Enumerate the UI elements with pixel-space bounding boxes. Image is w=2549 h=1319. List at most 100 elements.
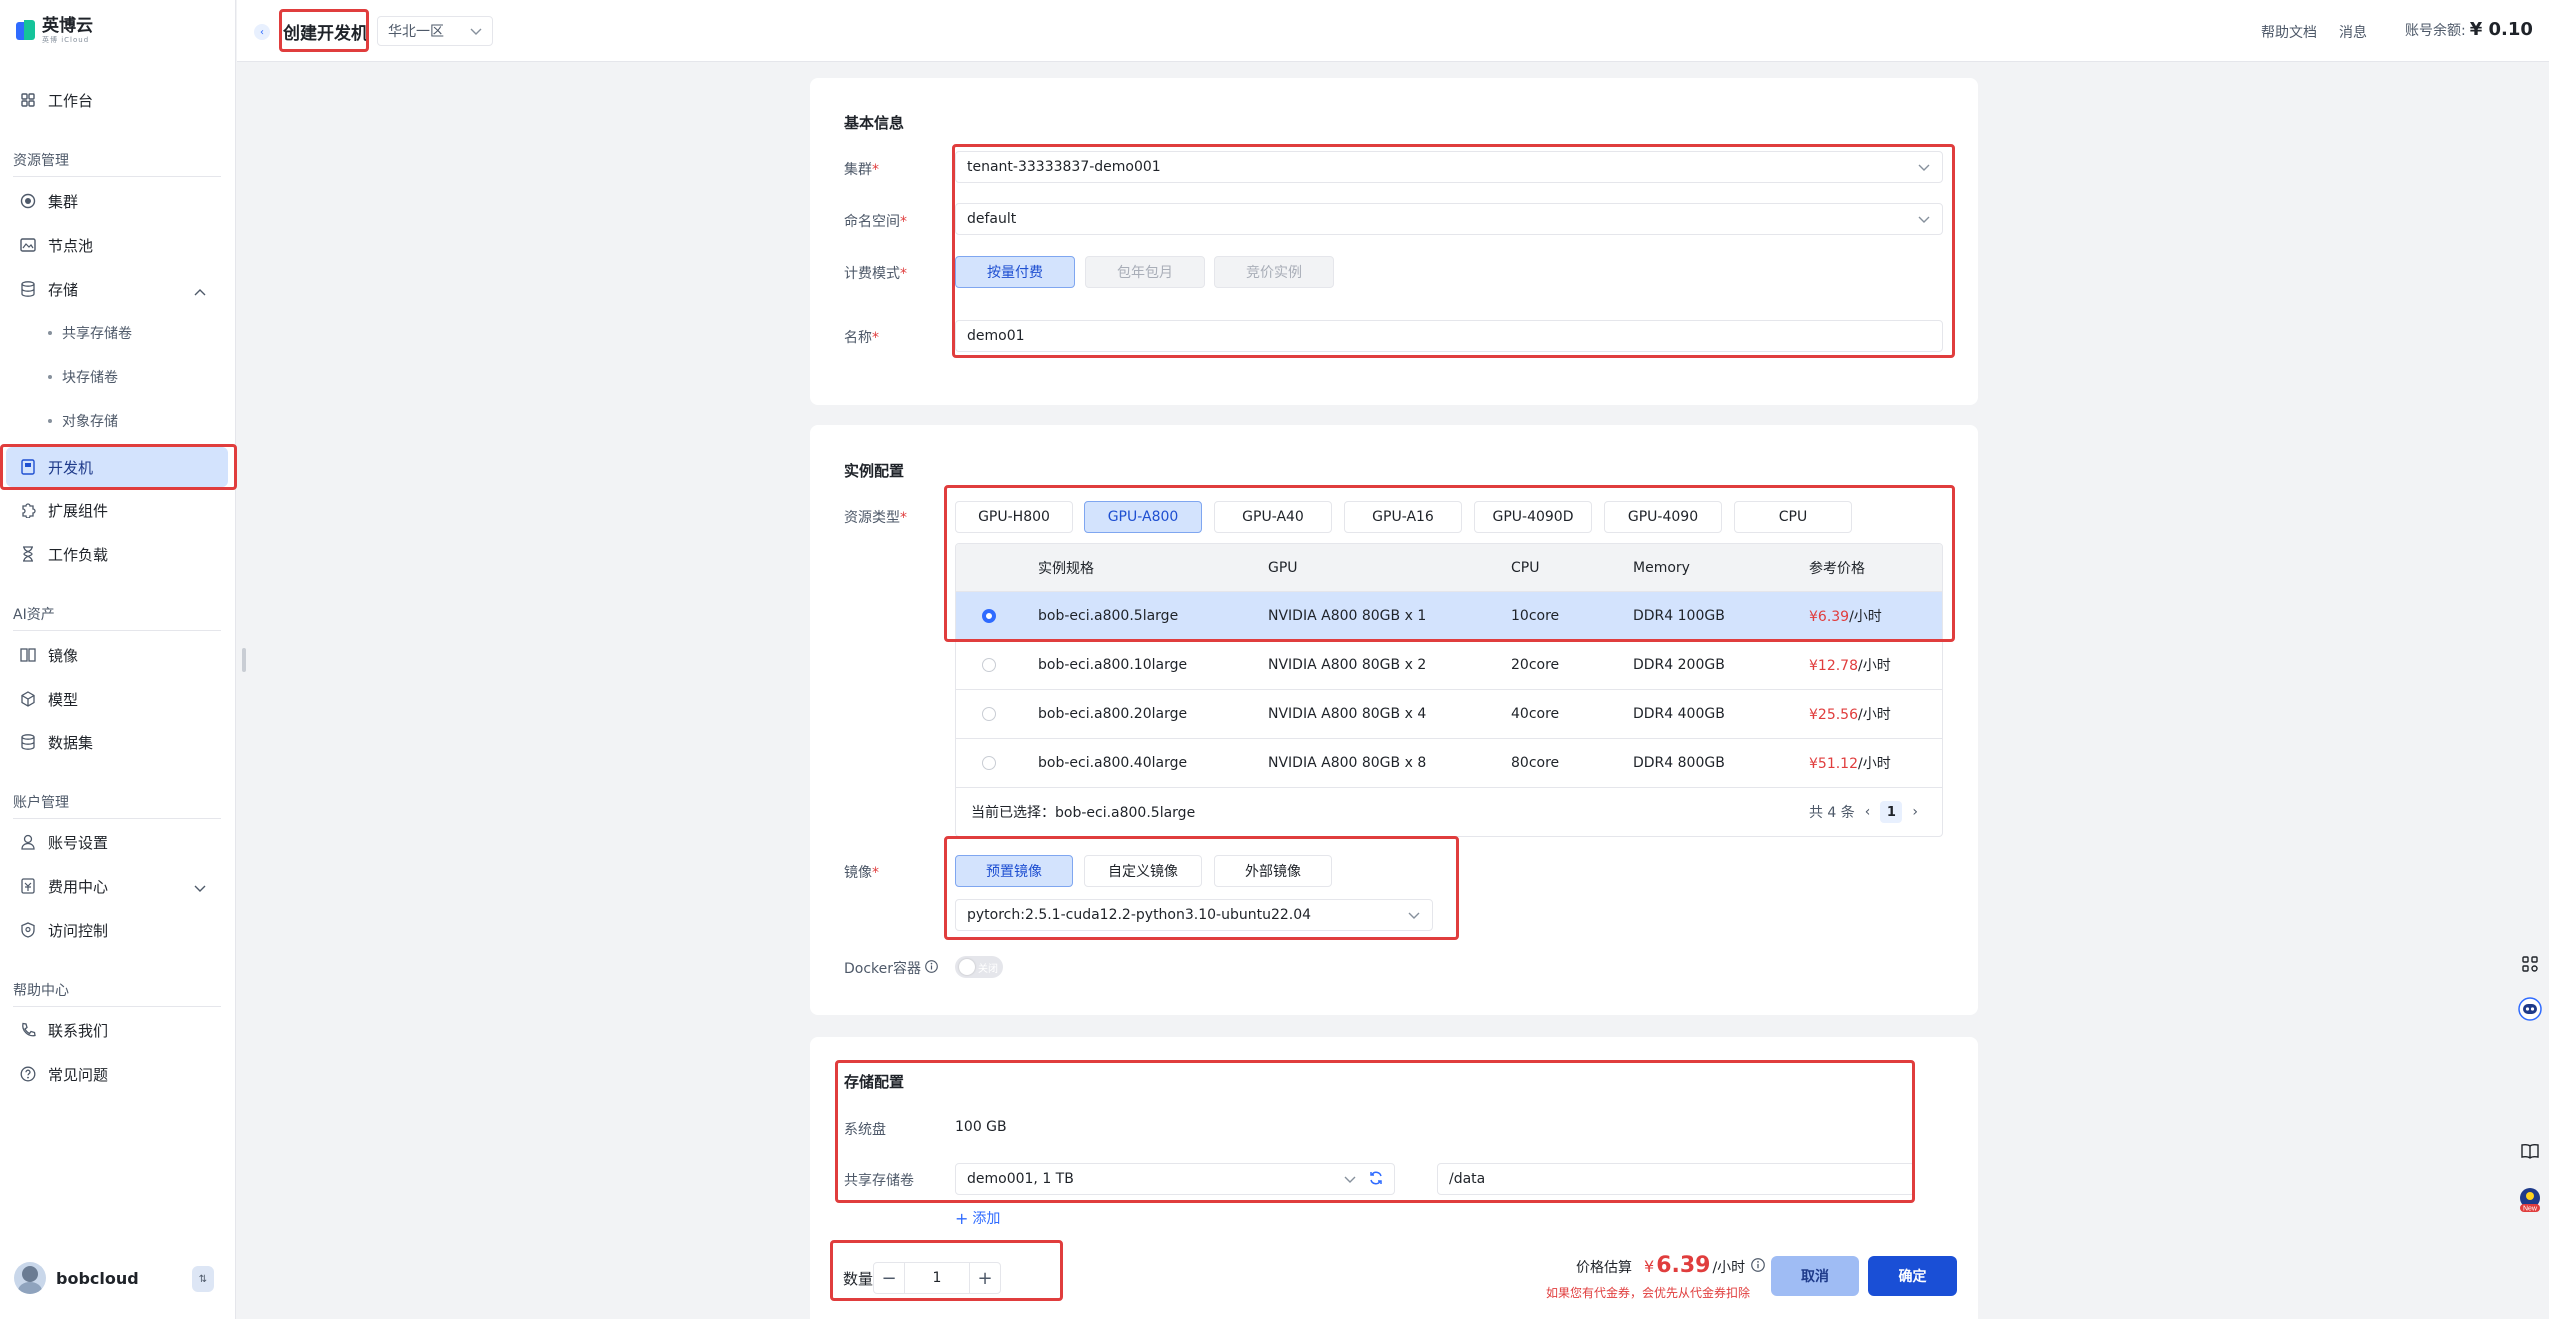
system-disk-value: 100 GB (955, 1119, 1007, 1135)
shared-volume-label: 共享存储卷 (844, 1173, 914, 1189)
cell-spec: bob-eci.a800.20large (1038, 706, 1188, 722)
cell-cpu: 20core (1511, 657, 1560, 673)
cluster-select[interactable]: tenant-33333837-demo001 (955, 151, 1943, 183)
billing-label: 计费模式* (844, 266, 907, 282)
cell-spec: bob-eci.a800.5large (1038, 608, 1179, 624)
sidebar-item-models[interactable]: 模型 (0, 679, 236, 719)
image-select[interactable]: pytorch:2.5.1-cuda12.2-python3.10-ubuntu… (955, 899, 1433, 931)
nav-group-account: 账户管理 (13, 792, 221, 819)
sidebar-item-images[interactable]: 镜像 (0, 635, 236, 675)
sidebar-item-nodepool[interactable]: 节点池 (0, 225, 236, 265)
region-value: 华北一区 (388, 24, 444, 40)
account-switch-icon[interactable]: ⇅ (192, 1266, 214, 1292)
region-select[interactable]: 华北一区 (377, 16, 493, 46)
back-icon[interactable]: ‹ (254, 24, 270, 40)
table-row[interactable]: bob-eci.a800.40large NVIDIA A800 80GB x … (956, 739, 1942, 788)
sidebar-item-faq[interactable]: 常见问题 (0, 1054, 236, 1094)
billing-spot[interactable]: 竞价实例 (1214, 256, 1334, 288)
question-circle-icon (20, 1066, 36, 1082)
cell-memory: DDR4 800GB (1633, 755, 1725, 771)
sidebar-collapse-handle[interactable] (242, 648, 246, 672)
image-preset[interactable]: 预置镜像 (955, 855, 1073, 887)
sidebar-item-storage[interactable]: 存储 (0, 269, 236, 309)
prev-page-icon[interactable]: ‹ (1865, 804, 1871, 820)
sidebar-item-label: 共享存储卷 (62, 326, 132, 342)
sidebar-item-label: 模型 (48, 690, 79, 709)
cancel-button[interactable]: 取消 (1771, 1256, 1859, 1296)
sidebar-item-contact[interactable]: 联系我们 (0, 1010, 236, 1050)
sidebar-item-cluster[interactable]: 集群 (0, 181, 236, 221)
plus-button[interactable]: + (969, 1262, 1001, 1294)
new-feature-icon[interactable]: New (2517, 1187, 2543, 1213)
cell-cpu: 40core (1511, 706, 1560, 722)
confirm-button[interactable]: 确定 (1868, 1256, 1957, 1296)
row-radio[interactable] (982, 609, 996, 623)
sidebar-item-account-settings[interactable]: 账号设置 (0, 822, 236, 862)
phone-icon (20, 1022, 36, 1038)
quantity-value[interactable]: 1 (905, 1262, 969, 1294)
resource-gpu-h800[interactable]: GPU-H800 (955, 501, 1073, 533)
apps-icon[interactable] (2517, 951, 2543, 977)
resource-gpu-a16[interactable]: GPU-A16 (1344, 501, 1462, 533)
cell-price: ¥51.12/小时 (1809, 756, 1891, 772)
assistant-icon[interactable] (2517, 996, 2543, 1022)
brand-logo[interactable]: 英博云 英博 iCloud (16, 18, 93, 44)
cell-gpu: NVIDIA A800 80GB x 4 (1268, 706, 1427, 722)
sidebar-item-devbox[interactable]: 开发机 (6, 447, 228, 487)
sidebar-item-label: 工作台 (48, 91, 94, 110)
sidebar-item-label: 存储 (48, 280, 79, 299)
table-row[interactable]: bob-eci.a800.10large NVIDIA A800 80GB x … (956, 641, 1942, 690)
refresh-icon[interactable] (1368, 1170, 1384, 1190)
chevron-down-icon (1918, 212, 1930, 228)
image-external[interactable]: 外部镜像 (1214, 855, 1332, 887)
namespace-select[interactable]: default (955, 203, 1943, 235)
grid-icon (20, 92, 36, 108)
info-icon[interactable] (1751, 1258, 1766, 1276)
billing-subscription[interactable]: 包年包月 (1085, 256, 1205, 288)
add-volume-link[interactable]: + 添加 (955, 1208, 1000, 1228)
docker-toggle[interactable]: 关闭 (955, 956, 1003, 978)
sidebar-item-billing[interactable]: 费用中心 (0, 866, 236, 906)
sidebar-item-workloads[interactable]: 工作负载 (0, 534, 236, 574)
cluster-label: 集群* (844, 162, 879, 178)
sidebar-item-label: 账号设置 (48, 833, 109, 852)
price-value: 6.39 (1656, 1253, 1711, 1278)
user-profile[interactable]: bobcloud ⇅ (14, 1262, 214, 1294)
table-row[interactable]: bob-eci.a800.20large NVIDIA A800 80GB x … (956, 690, 1942, 739)
docs-book-icon[interactable] (2517, 1138, 2543, 1164)
billing-pay-as-you-go[interactable]: 按量付费 (955, 256, 1075, 288)
table-row[interactable]: bob-eci.a800.5large NVIDIA A800 80GB x 1… (956, 592, 1942, 641)
sidebar-item-access-control[interactable]: 访问控制 (0, 910, 236, 950)
mount-path-input[interactable]: /data (1437, 1163, 1915, 1195)
minus-button[interactable]: − (873, 1262, 905, 1294)
sidebar-item-label: 镜像 (48, 646, 79, 665)
sidebar-item-block-volume[interactable]: 块存储卷 (0, 359, 236, 395)
sidebar-item-shared-volume[interactable]: 共享存储卷 (0, 315, 236, 351)
shared-volume-select[interactable]: demo001, 1 TB (955, 1163, 1395, 1195)
resource-gpu-a40[interactable]: GPU-A40 (1214, 501, 1332, 533)
database-icon (20, 734, 36, 750)
messages-link[interactable]: 消息 (2339, 22, 2367, 42)
info-icon[interactable] (925, 959, 938, 977)
image-frame-icon (20, 237, 36, 253)
price-currency: ¥ (1644, 1257, 1655, 1276)
image-custom[interactable]: 自定义镜像 (1084, 855, 1202, 887)
row-radio[interactable] (982, 756, 996, 770)
resource-gpu-4090[interactable]: GPU-4090 (1604, 501, 1722, 533)
sidebar-item-extensions[interactable]: 扩展组件 (0, 490, 236, 530)
user-name: bobcloud (56, 1268, 139, 1288)
row-radio[interactable] (982, 658, 996, 672)
bullet-icon (48, 375, 52, 379)
next-page-icon[interactable]: › (1912, 804, 1918, 820)
page-number[interactable]: 1 (1880, 801, 1903, 823)
resource-cpu[interactable]: CPU (1734, 501, 1852, 533)
sidebar-item-workbench[interactable]: 工作台 (0, 80, 236, 120)
sidebar-item-datasets[interactable]: 数据集 (0, 722, 236, 762)
help-docs-link[interactable]: 帮助文档 (2261, 22, 2317, 42)
row-radio[interactable] (982, 707, 996, 721)
hourglass-icon (20, 546, 36, 562)
resource-gpu-a800[interactable]: GPU-A800 (1084, 501, 1202, 533)
sidebar-item-object-storage[interactable]: 对象存储 (0, 403, 236, 439)
name-input[interactable]: demo01 (955, 320, 1943, 352)
resource-gpu-4090d[interactable]: GPU-4090D (1474, 501, 1592, 533)
